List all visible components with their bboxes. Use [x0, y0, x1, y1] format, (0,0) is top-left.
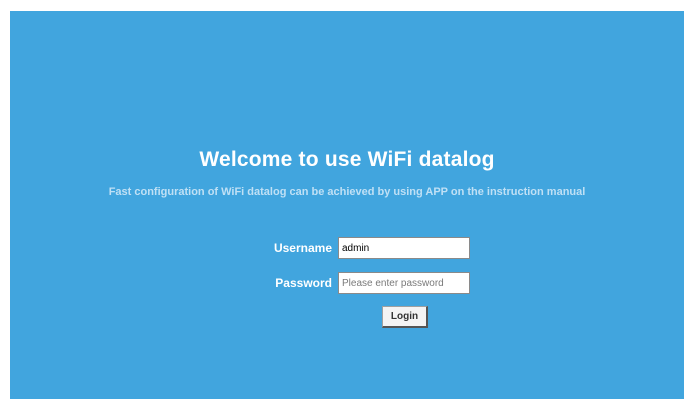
password-row: Password: [10, 272, 684, 294]
username-label: Username: [273, 241, 332, 255]
login-button[interactable]: Login: [382, 306, 428, 328]
password-input[interactable]: [338, 272, 470, 294]
password-label: Password: [275, 276, 332, 290]
login-panel: Welcome to use WiFi datalog Fast configu…: [10, 11, 684, 399]
page-subtitle: Fast configuration of WiFi datalog can b…: [108, 186, 586, 198]
username-input[interactable]: [338, 237, 470, 259]
page-title: Welcome to use WiFi datalog: [199, 148, 495, 171]
username-row: Username: [10, 237, 684, 259]
